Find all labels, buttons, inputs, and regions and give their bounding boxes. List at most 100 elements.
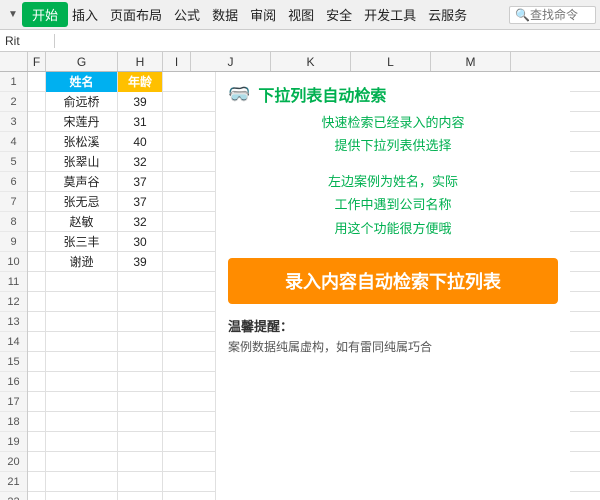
toolbar: ▼ 开始 插入 页面布局 公式 数据 审阅 视图 安全 开发工具 云服务 🔍 — [0, 0, 600, 30]
glasses-icon: 🥽 — [228, 84, 250, 105]
cell-name[interactable]: 谢逊 — [46, 252, 118, 272]
col-header-h[interactable]: H — [118, 52, 163, 71]
start-tab[interactable]: 开始 — [22, 2, 68, 27]
empty-cell[interactable] — [118, 492, 163, 500]
menu-formula[interactable]: 公式 — [174, 5, 200, 24]
empty-cell[interactable] — [118, 472, 163, 492]
cell-name[interactable]: 张无忌 — [46, 192, 118, 212]
row-number-13: 13 — [0, 312, 27, 332]
cell-age[interactable]: 39 — [118, 92, 163, 112]
row-number-19: 19 — [0, 432, 27, 452]
cell-empty — [28, 192, 46, 212]
empty-cell[interactable] — [118, 332, 163, 352]
empty-cell[interactable] — [46, 452, 118, 472]
search-area[interactable]: 🔍 — [509, 6, 596, 24]
cell-age[interactable]: 40 — [118, 132, 163, 152]
cell-name[interactable]: 张翠山 — [46, 152, 118, 172]
col-header-l[interactable]: L — [351, 52, 431, 71]
empty-cell[interactable] — [46, 492, 118, 500]
empty-cell — [28, 472, 46, 492]
row-number-4: 4 — [0, 132, 27, 152]
cell-age[interactable]: 37 — [118, 172, 163, 192]
menu-devtools[interactable]: 开发工具 — [364, 5, 416, 24]
search-input[interactable] — [530, 8, 590, 22]
empty-cell[interactable] — [118, 292, 163, 312]
row-number-20: 20 — [0, 452, 27, 472]
row-number-12: 12 — [0, 292, 27, 312]
empty-cell[interactable] — [118, 432, 163, 452]
empty-cell[interactable] — [118, 452, 163, 472]
menu-cloud[interactable]: 云服务 — [428, 5, 467, 24]
cell-reference[interactable]: Rit — [0, 34, 55, 48]
cell-age[interactable]: 30 — [118, 232, 163, 252]
empty-cell[interactable] — [46, 272, 118, 292]
row-number-3: 3 — [0, 112, 27, 132]
empty-cell[interactable] — [46, 312, 118, 332]
row-number-14: 14 — [0, 332, 27, 352]
cell-empty — [28, 172, 46, 192]
col-header-m[interactable]: M — [431, 52, 511, 71]
cell-name[interactable]: 赵敏 — [46, 212, 118, 232]
cell-empty-f — [28, 72, 46, 92]
col-header-g[interactable]: G — [46, 52, 118, 71]
toolbar-arrow[interactable]: ▼ — [4, 4, 22, 26]
cell-empty — [28, 92, 46, 112]
row-num-header — [0, 52, 28, 71]
row-number-22: 22 — [0, 492, 27, 500]
cell-age-header[interactable]: 年龄 — [118, 72, 163, 92]
empty-cell[interactable] — [46, 392, 118, 412]
cell-name[interactable]: 张松溪 — [46, 132, 118, 152]
cell-age[interactable]: 39 — [118, 252, 163, 272]
cell-age[interactable]: 32 — [118, 212, 163, 232]
menu-insert[interactable]: 插入 — [72, 5, 98, 24]
menu-view[interactable]: 视图 — [288, 5, 314, 24]
empty-cell[interactable] — [118, 412, 163, 432]
cell-name-header[interactable]: 姓名 — [46, 72, 118, 92]
empty-cell[interactable] — [118, 372, 163, 392]
row-number-21: 21 — [0, 472, 27, 492]
menu-security[interactable]: 安全 — [326, 5, 352, 24]
empty-cell[interactable] — [46, 432, 118, 452]
row-numbers: 12345678910111213141516171819202122 — [0, 72, 28, 500]
subtitle-line2: 提供下拉列表供选择 — [228, 134, 558, 157]
search-icon: 🔍 — [515, 8, 530, 22]
empty-cell[interactable] — [46, 292, 118, 312]
cell-name[interactable]: 宋莲丹 — [46, 112, 118, 132]
empty-cell[interactable] — [46, 352, 118, 372]
empty-cell[interactable] — [118, 272, 163, 292]
empty-cell[interactable] — [46, 372, 118, 392]
row-number-7: 7 — [0, 192, 27, 212]
grid-area: 12345678910111213141516171819202122 姓名年龄… — [0, 72, 600, 500]
info-subtitle: 快速检索已经录入的内容 提供下拉列表供选择 — [228, 111, 558, 158]
empty-cell[interactable] — [118, 392, 163, 412]
desc-line1: 左边案例为姓名，实际 — [228, 170, 558, 193]
cell-age[interactable]: 32 — [118, 152, 163, 172]
row-number-2: 2 — [0, 92, 27, 112]
menu-pagelayout[interactable]: 页面布局 — [110, 5, 162, 24]
row-number-8: 8 — [0, 212, 27, 232]
reminder-title: 温馨提醒： — [228, 316, 558, 335]
empty-cell[interactable] — [46, 472, 118, 492]
reminder-text: 案例数据纯属虚构，如有雷同纯属巧合 — [228, 338, 558, 355]
cell-age[interactable]: 31 — [118, 112, 163, 132]
menu-review[interactable]: 审阅 — [250, 5, 276, 24]
empty-cell[interactable] — [46, 412, 118, 432]
empty-cell — [28, 452, 46, 472]
cell-name[interactable]: 莫声谷 — [46, 172, 118, 192]
col-header-k[interactable]: K — [271, 52, 351, 71]
empty-cell[interactable] — [46, 332, 118, 352]
cell-age[interactable]: 37 — [118, 192, 163, 212]
col-header-f[interactable]: F — [28, 52, 46, 71]
empty-cell — [28, 292, 46, 312]
info-title: 下拉列表自动检索 — [258, 82, 386, 106]
empty-cell — [28, 312, 46, 332]
cell-name[interactable]: 张三丰 — [46, 232, 118, 252]
empty-cell[interactable] — [118, 312, 163, 332]
auto-search-button[interactable]: 录入内容自动检索下拉列表 — [228, 258, 558, 304]
col-header-i[interactable]: I — [163, 52, 191, 71]
empty-cell[interactable] — [118, 352, 163, 372]
row-number-6: 6 — [0, 172, 27, 192]
cell-name[interactable]: 俞远桥 — [46, 92, 118, 112]
menu-data[interactable]: 数据 — [212, 5, 238, 24]
col-header-j[interactable]: J — [191, 52, 271, 71]
